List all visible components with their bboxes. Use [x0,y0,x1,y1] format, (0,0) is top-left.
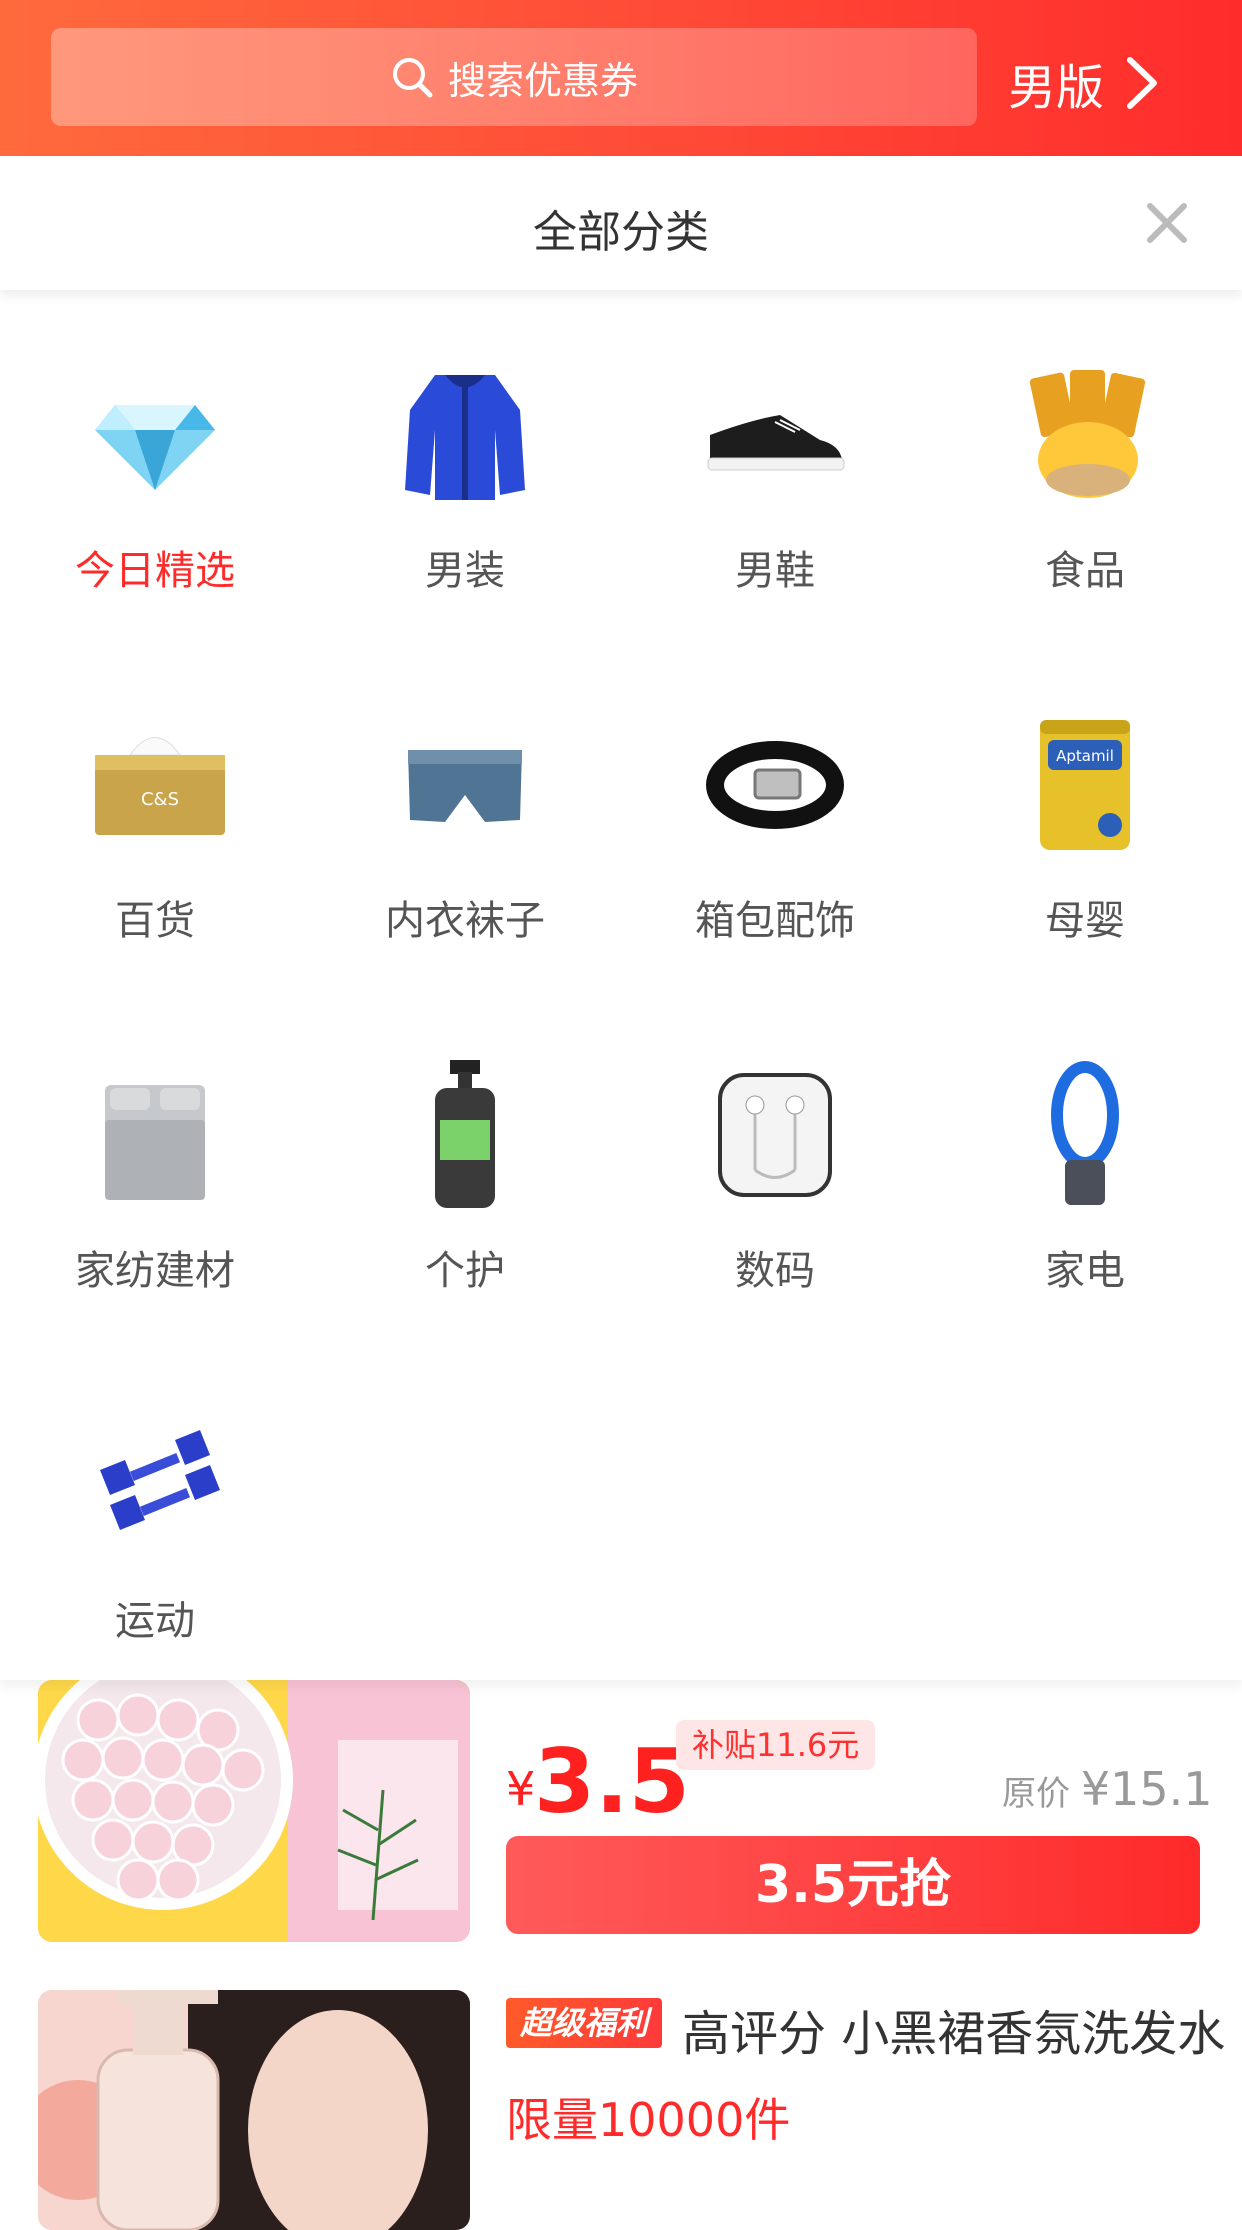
dumbbell-icon [100,1430,220,1530]
search-icon [392,58,433,98]
subsidy-badge: 补贴11.6元 [676,1720,876,1770]
category-label: 家纺建材 [75,1248,235,1294]
svg-text:Aptamil: Aptamil [1056,747,1114,765]
face-wash-icon [435,1060,495,1208]
limited-quantity-text: 限量10000件 [506,2093,791,2147]
category-label: 男装 [425,548,505,594]
tissue-box-icon: C&S [95,737,225,835]
grab-deal-button[interactable]: 3.5元抢 [506,1836,1200,1934]
category-mens-shoes[interactable]: 男鞋 [620,360,930,610]
category-label: 食品 [1045,548,1125,594]
category-underwear-socks[interactable]: 内衣袜子 [310,710,620,960]
category-food[interactable]: 食品 [930,360,1240,610]
price-currency-symbol: ¥ [506,1762,536,1816]
product-price: 3.5 [534,1730,690,1833]
gender-switch-label: 男版 [1008,60,1105,116]
category-menswear[interactable]: 男装 [310,360,620,610]
svg-text:C&S: C&S [141,789,179,810]
chevron-right-icon [1127,57,1158,109]
category-label: 母婴 [1045,898,1125,944]
category-digital[interactable]: 数码 [620,1060,930,1310]
category-label: 今日精选 [75,548,235,594]
original-price-value: ¥15.1 [1080,1762,1213,1816]
belt-icon [706,741,844,829]
shampoo-model-image [38,1990,470,2230]
product-title[interactable]: 高评分 小黑裙香氛洗发水 [682,1994,1225,2064]
sneaker-icon [707,415,845,471]
category-mother-baby[interactable]: Aptamil 母婴 [930,710,1240,960]
product-image[interactable] [38,1680,470,1942]
search-placeholder: 搜索优惠券 [447,58,638,103]
category-panel-header: 全部分类 [0,156,1242,290]
candy-bowl-image [38,1680,470,1942]
category-grid: 今日精选 男装 男鞋 食品 C&S 百货 内衣袜子 箱包配饰 Aptamil 母… [0,290,1242,1680]
category-general-goods[interactable]: C&S 百货 [0,710,310,960]
formula-can-icon: Aptamil [1040,720,1130,850]
original-price: 原价 ¥15.1 [1002,1762,1213,1816]
close-icon[interactable] [1144,200,1190,246]
category-label: 数码 [735,1248,815,1294]
category-label: 家电 [1045,1248,1125,1294]
diamond-icon [95,405,215,490]
category-personal-care[interactable]: 个护 [310,1060,620,1310]
category-label: 箱包配饰 [695,898,855,944]
super-welfare-tag: 超级福利 [506,1998,663,2048]
underwear-icon [408,750,522,822]
bedding-icon [105,1085,205,1200]
category-today-picks[interactable]: 今日精选 [0,360,310,610]
search-bar[interactable]: 搜索优惠券 [51,28,977,126]
product-image[interactable] [38,1990,470,2230]
category-home-textiles[interactable]: 家纺建材 [0,1060,310,1310]
category-label: 运动 [115,1598,195,1644]
category-panel-title: 全部分类 [533,207,709,258]
category-label: 男鞋 [735,548,815,594]
category-appliances[interactable]: 家电 [930,1060,1240,1310]
earphones-icon [718,1073,832,1197]
snack-icon [1029,370,1146,498]
original-price-label: 原价 [1002,1774,1070,1814]
jacket-icon [405,375,525,500]
category-label: 内衣袜子 [385,898,545,944]
category-label: 百货 [115,898,195,944]
fan-icon [1051,1061,1119,1205]
category-label: 个护 [425,1248,505,1294]
category-sports[interactable]: 运动 [0,1410,310,1660]
top-bar: 搜索优惠券 男版 [0,0,1242,156]
category-bags-accessories[interactable]: 箱包配饰 [620,710,930,960]
gender-switch-button[interactable]: 男版 [1008,50,1162,116]
